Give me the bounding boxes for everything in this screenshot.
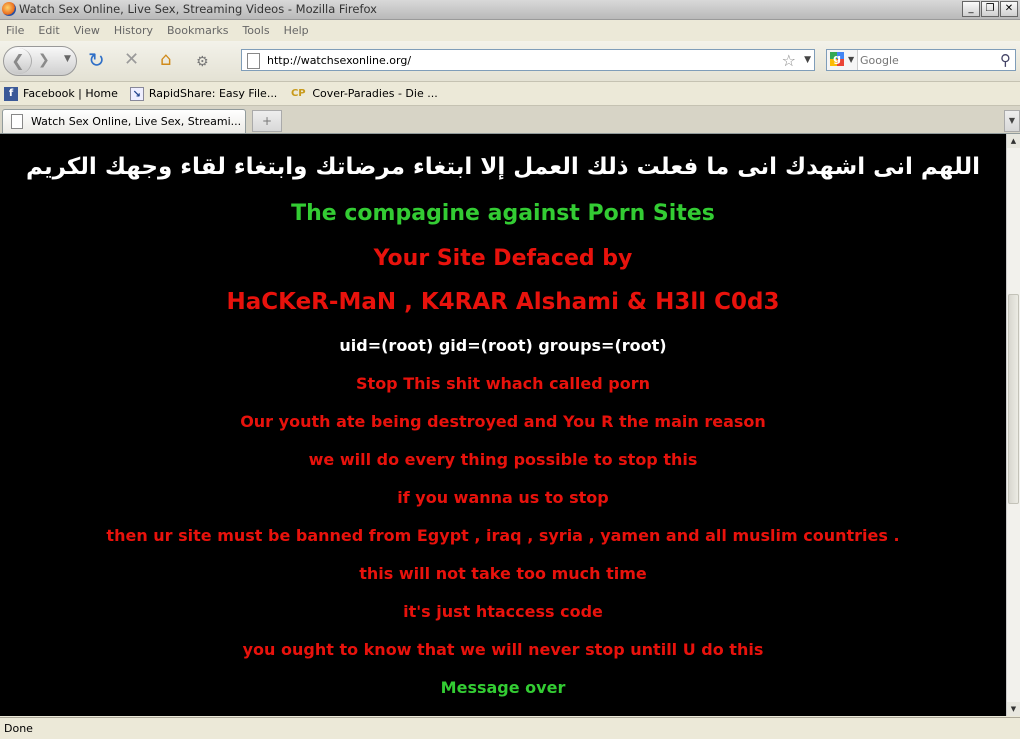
menu-bookmarks[interactable]: Bookmarks [167, 24, 228, 37]
tab-list-button[interactable]: ▼ [1004, 110, 1020, 132]
search-input[interactable] [860, 52, 990, 68]
campaign-heading: The compagine against Porn Sites [291, 201, 715, 226]
page-scrollbar[interactable]: ▲ ▼ [1006, 134, 1020, 716]
bookmark-label: Cover-Paradies - Die ... [312, 87, 438, 100]
message-line: Stop This shit whach called porn [356, 374, 650, 393]
scrollbar-thumb[interactable] [1008, 294, 1019, 504]
home-icon[interactable]: ⌂ [160, 51, 171, 69]
menu-history[interactable]: History [114, 24, 153, 37]
message-line: it's just htaccess code [403, 602, 603, 621]
menu-file[interactable]: File [6, 24, 24, 37]
tab-strip: Watch Sex Online, Live Sex, Streami... +… [0, 106, 1020, 134]
google-icon: g [830, 52, 844, 66]
page-icon [247, 53, 260, 69]
stop-icon[interactable]: ✕ [124, 51, 139, 69]
search-icon[interactable]: ⚲ [1000, 51, 1011, 69]
message-line: you ought to know that we will never sto… [242, 640, 764, 659]
search-bar[interactable]: g ▼ ⚲ [826, 49, 1016, 71]
menu-help[interactable]: Help [284, 24, 309, 37]
status-text: Done [4, 722, 33, 735]
navigation-toolbar: ❮ ❯ ▼ ↻ ✕ ⌂ ⚙ http://watchsexonline.org/… [0, 41, 1020, 82]
rapidshare-icon: ↘ [129, 86, 144, 101]
window-titlebar: Watch Sex Online, Live Sex, Streaming Vi… [0, 0, 1020, 20]
bookmark-star-icon[interactable]: ☆ [782, 51, 796, 70]
menu-tools[interactable]: Tools [242, 24, 269, 37]
reload-icon[interactable]: ↻ [88, 50, 105, 70]
page-icon [11, 114, 23, 129]
search-engine-selector[interactable]: g ▼ [827, 50, 858, 70]
message-line: Our youth ate being destroyed and You R … [240, 412, 766, 431]
message-line: if you wanna us to stop [397, 488, 609, 507]
message-line: we will do every thing possible to stop … [308, 450, 698, 469]
firefox-icon [2, 2, 16, 16]
page-content: اللهم انى اشهدك انى ما فعلت ذلك العمل إل… [0, 134, 1006, 716]
scroll-down-icon[interactable]: ▼ [1007, 702, 1020, 716]
window-title: Watch Sex Online, Live Sex, Streaming Vi… [19, 2, 377, 16]
cp-icon: CP [290, 87, 306, 99]
url-dropdown-icon[interactable]: ▼ [804, 55, 811, 65]
scroll-up-icon[interactable]: ▲ [1007, 134, 1020, 148]
new-tab-button[interactable]: + [252, 110, 282, 132]
window-controls: _ ❐ ✕ [962, 1, 1018, 17]
bookmark-label: Facebook | Home [23, 87, 118, 100]
hackers-heading: HaCKeR-MaN , K4RAR Alshami & H3ll C0d3 [226, 289, 780, 315]
addon-icon[interactable]: ⚙ [196, 53, 209, 71]
bookmark-rapidshare[interactable]: ↘ RapidShare: Easy File... [129, 86, 278, 101]
minimize-button[interactable]: _ [962, 1, 980, 17]
menu-edit[interactable]: Edit [38, 24, 59, 37]
bookmark-label: RapidShare: Easy File... [148, 87, 278, 100]
message-over: Message over [440, 678, 566, 697]
bookmark-facebook[interactable]: f Facebook | Home [4, 86, 118, 101]
message-line: this will not take too much time [359, 564, 647, 583]
url-text[interactable]: http://watchsexonline.org/ [267, 54, 411, 67]
message-line: then ur site must be banned from Egypt ,… [106, 526, 900, 545]
uid-line: uid=(root) gid=(root) groups=(root) [339, 336, 667, 355]
tab-label: Watch Sex Online, Live Sex, Streami... [31, 115, 242, 128]
bookmark-cover-paradies[interactable]: CP Cover-Paradies - Die ... [289, 87, 438, 101]
chevron-down-icon: ▼ [848, 55, 855, 64]
back-button[interactable]: ❮ [5, 48, 32, 74]
menu-bar: File Edit View History Bookmarks Tools H… [0, 20, 1020, 41]
defaced-by-heading: Your Site Defaced by [373, 246, 633, 271]
close-button[interactable]: ✕ [1000, 1, 1018, 17]
bookmarks-toolbar: f Facebook | Home ↘ RapidShare: Easy Fil… [0, 82, 1020, 106]
menu-view[interactable]: View [74, 24, 100, 37]
url-bar[interactable]: http://watchsexonline.org/ ☆ ▼ [241, 49, 815, 71]
status-bar: Done [0, 717, 1020, 739]
facebook-icon: f [4, 86, 18, 101]
arabic-prayer-line: اللهم انى اشهدك انى ما فعلت ذلك العمل إل… [25, 154, 981, 180]
history-dropdown-icon[interactable]: ▼ [64, 54, 71, 64]
forward-button[interactable]: ❯ [38, 52, 50, 68]
tab-active[interactable]: Watch Sex Online, Live Sex, Streami... [2, 109, 246, 133]
back-forward-group: ❮ ❯ ▼ [3, 46, 77, 76]
maximize-button[interactable]: ❐ [981, 1, 999, 17]
